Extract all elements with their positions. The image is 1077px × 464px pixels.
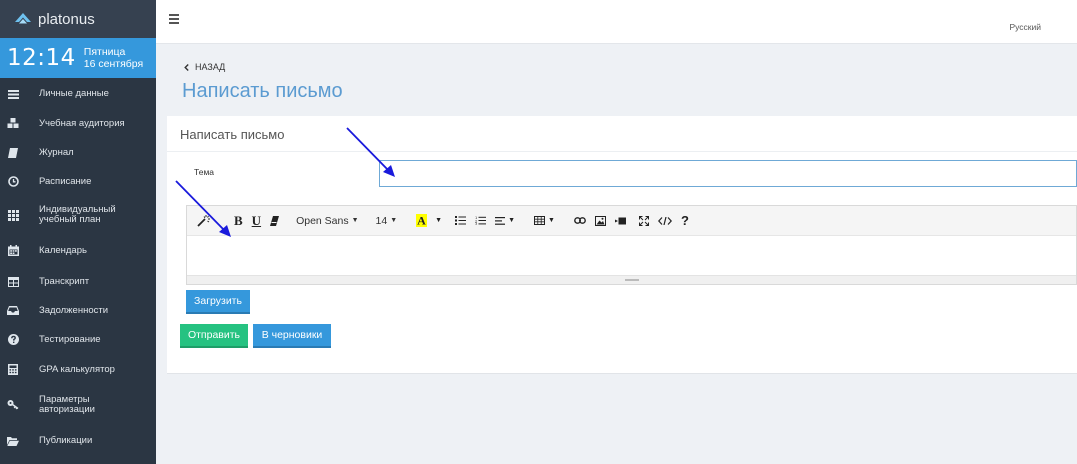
back-label: НАЗАД	[195, 62, 226, 72]
subject-label: Тема	[194, 167, 215, 177]
table-icon	[7, 276, 19, 288]
sidebar-item-gpa-calculator[interactable]: GPA калькулятор	[0, 354, 156, 385]
sidebar-item-testing[interactable]: Тестирование	[0, 325, 156, 354]
sidebar-item-transcript[interactable]: Транскрипт	[0, 267, 156, 296]
font-name-dropdown[interactable]: Open Sans ▼	[296, 213, 358, 229]
sidebar-item-publications[interactable]: Публикации	[0, 424, 156, 457]
folder-open-icon	[7, 435, 19, 447]
list-icon	[7, 88, 19, 100]
editor-body[interactable]	[187, 236, 1076, 276]
sidebar-item-journal[interactable]: Журнал	[0, 138, 156, 167]
clock-time: 12:14	[7, 45, 76, 71]
numbered-list-icon[interactable]: 123	[475, 213, 487, 229]
underline-button[interactable]: U	[252, 213, 261, 229]
sidebar-item-label: Параметры авторизации	[39, 393, 95, 415]
fullscreen-icon[interactable]	[638, 213, 649, 229]
eraser-icon[interactable]	[270, 213, 280, 229]
question-icon	[7, 334, 19, 346]
save-draft-button[interactable]: В черновики	[253, 324, 331, 348]
sidebar-item-label: Личные данные	[39, 88, 109, 99]
upload-button[interactable]: Загрузить	[186, 290, 250, 314]
grid-icon	[7, 209, 19, 221]
card-title: Написать письмо	[180, 127, 285, 142]
clock-weekday: Пятница	[83, 46, 126, 58]
table-insert-icon	[534, 216, 546, 225]
calendar-icon	[7, 245, 19, 257]
chevron-left-icon	[184, 63, 189, 71]
sidebar-item-schedule[interactable]: Расписание	[0, 167, 156, 196]
sidebar-item-individual-plan[interactable]: Индивидуальный учебный план	[0, 196, 156, 234]
sidebar-item-personal-data[interactable]: Личные данные	[0, 79, 156, 109]
topbar: Русский	[156, 0, 1077, 44]
card-divider	[167, 151, 1077, 152]
bullet-list-icon[interactable]	[455, 213, 467, 229]
sidebar-item-label: Расписание	[39, 175, 92, 187]
video-icon[interactable]	[614, 213, 626, 229]
page-title: Написать письмо	[182, 80, 343, 102]
clock-icon	[7, 176, 19, 188]
clock-day-month: 16 сентября	[83, 58, 144, 70]
sidebar-menu: Личные данные Учебная аудитория Журнал Р…	[0, 79, 156, 457]
image-icon[interactable]	[594, 213, 606, 229]
platonus-logo-icon	[15, 13, 31, 24]
language-selector[interactable]: Русский	[1009, 22, 1041, 32]
sidebar-item-label: Индивидуальный учебный план	[39, 204, 116, 225]
sidebar-item-label: Тестирование	[39, 333, 101, 345]
code-view-icon[interactable]	[657, 213, 672, 229]
menu-toggle-icon[interactable]	[169, 14, 179, 24]
send-button[interactable]: Отправить	[180, 324, 248, 348]
sidebar: platonus 12:14 Пятница 16 сентября Личны…	[0, 0, 156, 464]
message-editor: B U Open Sans ▼ 14 ▼ A ▼ 123 ▼ ▼ ?	[186, 205, 1077, 285]
key-icon	[7, 399, 19, 411]
sidebar-item-label: Календарь	[39, 244, 87, 256]
calculator-icon	[7, 364, 19, 376]
text-color-icon[interactable]: A	[416, 213, 428, 229]
cubes-icon	[7, 118, 19, 130]
compose-card: Написать письмо Тема B U Open Sans ▼ 14 ▼ …	[167, 116, 1077, 374]
svg-text:A: A	[417, 214, 426, 227]
sidebar-item-label: Публикации	[39, 434, 93, 446]
sidebar-item-label: Задолженности	[39, 304, 109, 316]
back-link[interactable]: НАЗАД	[184, 62, 225, 72]
editor-toolbar: B U Open Sans ▼ 14 ▼ A ▼ 123 ▼ ▼ ?	[187, 206, 1076, 236]
font-size-value: 14	[375, 214, 388, 227]
align-left-icon	[495, 216, 506, 225]
subject-input[interactable]	[379, 160, 1077, 187]
book-icon	[7, 147, 19, 159]
sidebar-item-classroom[interactable]: Учебная аудитория	[0, 109, 156, 138]
help-icon[interactable]: ?	[681, 213, 689, 229]
sidebar-item-label: GPA калькулятор	[39, 363, 115, 375]
font-name-value: Open Sans	[296, 214, 349, 227]
font-size-dropdown[interactable]: 14 ▼	[376, 213, 398, 229]
brand[interactable]: platonus	[0, 0, 156, 38]
sidebar-item-calendar[interactable]: Календарь	[0, 234, 156, 267]
sidebar-item-label: Транскрипт	[39, 275, 90, 287]
sidebar-item-label: Учебная аудитория	[39, 117, 125, 129]
align-dropdown[interactable]: ▼	[495, 213, 515, 229]
link-icon[interactable]	[574, 213, 586, 229]
editor-resize-handle[interactable]	[187, 275, 1076, 284]
sidebar-item-label: Журнал	[39, 146, 74, 158]
table-dropdown[interactable]: ▼	[534, 213, 555, 229]
sidebar-item-debts[interactable]: Задолженности	[0, 296, 156, 325]
inbox-icon	[7, 305, 19, 317]
svg-text:3: 3	[475, 222, 477, 225]
sidebar-item-auth-settings[interactable]: Параметры авторизации	[0, 385, 156, 424]
clock-widget: 12:14 Пятница 16 сентября	[0, 38, 156, 78]
magic-wand-icon[interactable]	[197, 213, 211, 229]
bold-button[interactable]: B	[234, 213, 243, 229]
clock-date: Пятница 16 сентября	[84, 46, 143, 70]
brand-name: platonus	[38, 10, 95, 28]
color-caret-icon[interactable]: ▼	[432, 213, 442, 229]
